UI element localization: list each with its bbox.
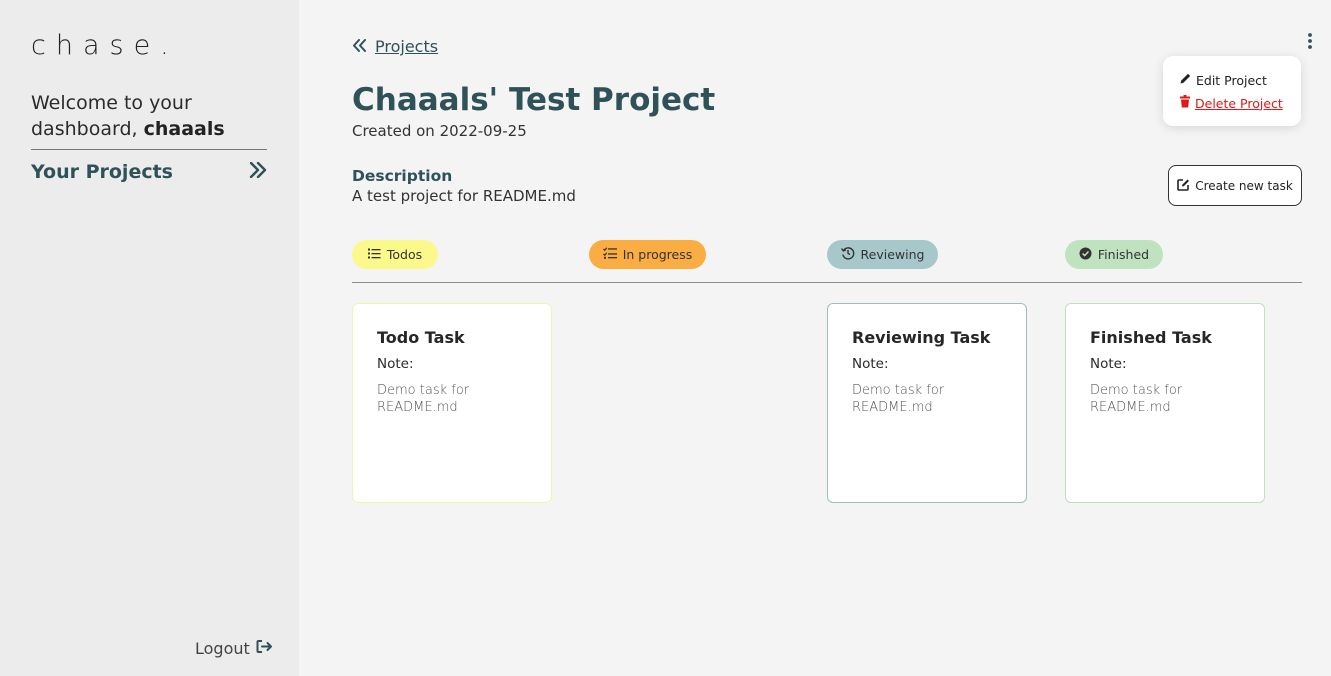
logout-label: Logout: [195, 639, 250, 658]
checklist-icon: [602, 247, 617, 262]
edit-project-button[interactable]: Edit Project: [1179, 72, 1267, 88]
task-title: Finished Task: [1090, 328, 1212, 347]
task-note-label: Note:: [1090, 356, 1127, 372]
column-reviewing-label: Reviewing: [860, 247, 925, 262]
breadcrumb-projects-link[interactable]: Projects: [375, 37, 438, 56]
your-projects-label: Your Projects: [31, 161, 173, 183]
history-icon: [840, 246, 855, 263]
column-finished[interactable]: Finished: [1065, 240, 1163, 269]
column-todos-label: Todos: [386, 247, 423, 262]
task-note: Demo task for README.md: [1090, 383, 1183, 415]
column-reviewing[interactable]: Reviewing: [827, 240, 938, 269]
task-card-finished[interactable]: Finished Task Note: Demo task for README…: [1065, 303, 1265, 503]
username: chaaals: [143, 118, 225, 140]
double-chevron-left-icon: [352, 37, 367, 56]
column-todos[interactable]: Todos: [352, 240, 438, 269]
task-note: Demo task for README.md: [852, 383, 945, 415]
edit-square-icon: [1177, 178, 1190, 194]
pencil-icon: [1179, 72, 1192, 88]
task-card-todo[interactable]: Todo Task Note: Demo task for README.md: [352, 303, 552, 503]
task-note-label: Note:: [852, 356, 889, 372]
breadcrumb[interactable]: Projects: [352, 37, 438, 56]
check-circle-icon: [1079, 247, 1092, 263]
task-title: Todo Task: [377, 328, 465, 347]
column-finished-label: Finished: [1097, 247, 1150, 262]
sidebar-divider: [31, 149, 267, 150]
project-options-menu: Edit Project Delete Project: [1163, 56, 1301, 126]
main-content: Projects Edit Project Delete Project Cha…: [299, 0, 1331, 676]
task-title: Reviewing Task: [852, 328, 991, 347]
description-label: Description: [352, 167, 453, 185]
task-note: Demo task for README.md: [377, 383, 470, 415]
column-in-progress-label: In progress: [622, 247, 693, 262]
description-text: A test project for README.md: [352, 187, 576, 205]
delete-project-label: Delete Project: [1195, 95, 1283, 111]
logout-button[interactable]: Logout: [195, 639, 273, 658]
task-note-label: Note:: [377, 356, 414, 372]
logout-icon: [256, 639, 273, 658]
sidebar: chase. Welcome to your dashboard, chaaal…: [0, 0, 299, 676]
edit-project-label: Edit Project: [1196, 72, 1267, 88]
trash-icon: [1179, 95, 1191, 111]
double-chevron-right-icon: [249, 161, 267, 182]
columns-divider: [352, 282, 1302, 283]
created-date: Created on 2022-09-25: [352, 122, 527, 140]
create-new-task-label: Create new task: [1195, 178, 1293, 193]
welcome-message: Welcome to your dashboard, chaaals: [31, 90, 271, 142]
your-projects-link[interactable]: Your Projects: [31, 160, 267, 184]
delete-project-button[interactable]: Delete Project: [1179, 95, 1283, 111]
create-new-task-button[interactable]: Create new task: [1168, 165, 1302, 206]
more-options-icon[interactable]: [1302, 32, 1318, 50]
list-icon: [367, 247, 381, 262]
column-in-progress[interactable]: In progress: [589, 240, 706, 269]
project-title: Chaaals' Test Project: [352, 82, 716, 118]
task-card-reviewing[interactable]: Reviewing Task Note: Demo task for READM…: [827, 303, 1027, 503]
brand-logo: chase.: [31, 30, 179, 61]
